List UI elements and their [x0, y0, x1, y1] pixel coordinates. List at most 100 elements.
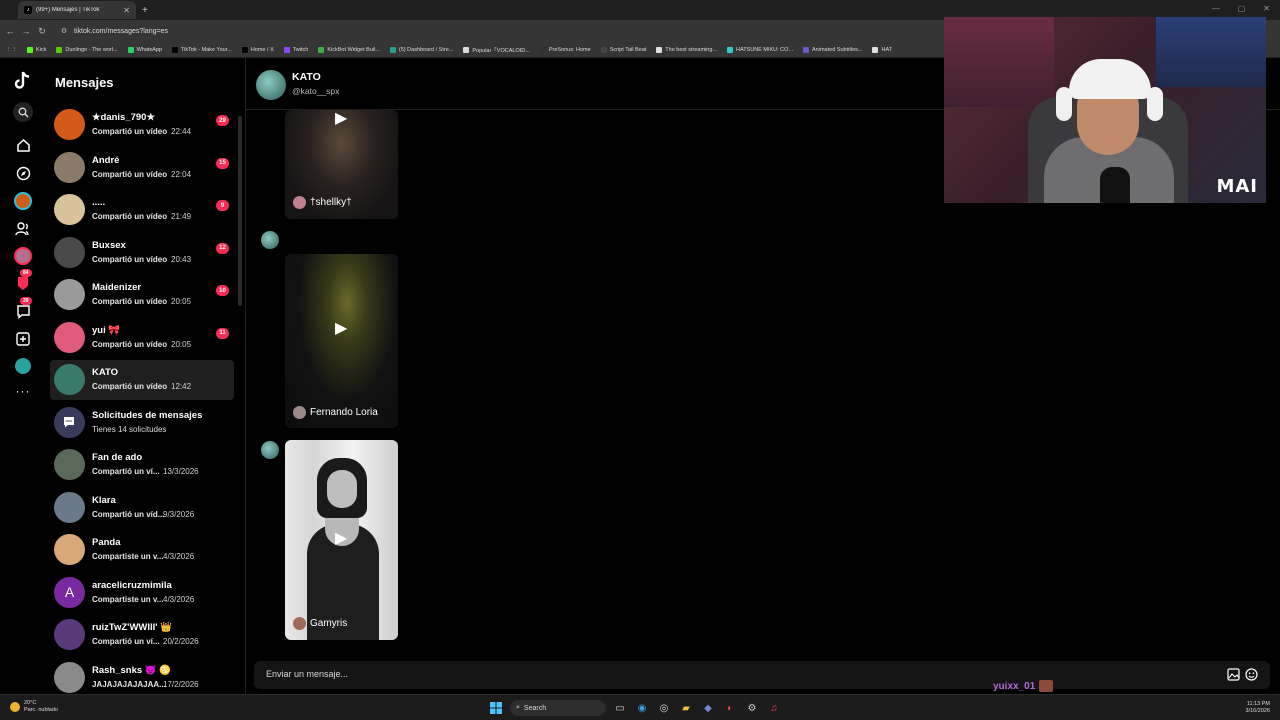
task-view-icon[interactable]: ▭: [612, 700, 628, 716]
minimize-icon[interactable]: —: [1212, 4, 1220, 13]
chat-name[interactable]: KATO: [292, 71, 321, 83]
bookmark-item[interactable]: HATSUNE MIKU: CO...: [726, 46, 793, 53]
explore-icon[interactable]: [12, 162, 34, 184]
bookmark-label: PreSonus: Home: [548, 46, 591, 53]
webcam-overlay: MAI: [944, 17, 1266, 203]
message-requests-icon: [64, 416, 74, 427]
conversation-time: 20/2/2026: [163, 637, 199, 646]
obs-icon[interactable]: ◎: [656, 700, 672, 716]
conversation-item[interactable]: Buxsex Compartió un vídeo 20:43 12: [50, 233, 234, 273]
more-icon[interactable]: ···: [12, 380, 34, 402]
conversation-time: 20:05: [171, 339, 192, 349]
friends-avatar-icon[interactable]: [12, 355, 34, 377]
bookmark-item[interactable]: Duolingo - The worl...: [56, 46, 118, 53]
home-icon[interactable]: [12, 134, 34, 156]
chat-avatar[interactable]: [256, 70, 286, 100]
conversation-item[interactable]: Panda Compartiste un v... 4/3/2026: [50, 530, 234, 570]
windows-start-icon[interactable]: [488, 700, 504, 716]
play-icon[interactable]: ▶: [335, 110, 347, 128]
maximize-icon[interactable]: ▢: [1238, 4, 1246, 13]
bookmark-item[interactable]: Animated Subtitles...: [803, 46, 862, 53]
message-input[interactable]: Enviar un mensaje...: [254, 661, 1270, 689]
back-icon[interactable]: ←: [4, 26, 16, 36]
stream-overlay-username: yuixx_01: [993, 680, 1054, 692]
site-info-icon[interactable]: ⚙: [58, 27, 70, 35]
discord-icon[interactable]: ◆: [700, 700, 716, 716]
edge-icon[interactable]: ◉: [634, 700, 650, 716]
conversation-item[interactable]: ★danis_790★ Compartió un vídeo 22:44 29: [50, 105, 234, 145]
upload-icon[interactable]: [12, 328, 34, 350]
bookmark-item[interactable]: TikTok - Make Your...: [171, 46, 232, 53]
left-nav-rail: 84 39 ···: [0, 58, 46, 694]
url-field[interactable]: tiktok.com/messages?lang=es: [74, 28, 168, 35]
conversation-item[interactable]: Rash_snks 😈 ♋ JAJAJAJAJAJAA... 17/2/2026: [50, 658, 234, 695]
bookmark-item[interactable]: Popular「VOCALOID...: [463, 46, 530, 54]
emoji-icon[interactable]: [1243, 666, 1260, 683]
bookmark-item[interactable]: Script Tail Beat: [600, 46, 646, 53]
conversation-avatar: [54, 619, 85, 650]
messages-icon[interactable]: 39: [12, 297, 34, 322]
conversation-last-message: Compartió un vídeo: [92, 297, 168, 306]
activity-icon[interactable]: 84: [12, 269, 34, 294]
weather-widget[interactable]: 20°C Parc. nublado: [10, 700, 58, 714]
file-explorer-icon[interactable]: ▰: [678, 700, 694, 716]
bookmark-item[interactable]: (5) Dashboard / Stre...: [389, 46, 453, 53]
close-window-icon[interactable]: ✕: [1263, 4, 1270, 13]
bookmark-item[interactable]: The best streaming...: [656, 46, 717, 53]
new-tab-icon[interactable]: +: [142, 5, 148, 16]
forward-icon[interactable]: →: [20, 26, 32, 36]
bookmark-favicon-icon: [463, 46, 470, 53]
conversation-item[interactable]: Klara Compartió un víd... 9/3/2026: [50, 488, 234, 528]
tab-close-icon[interactable]: ✕: [123, 6, 130, 15]
bookmark-item[interactable]: KickBot Widget Buil...: [318, 46, 380, 53]
chrome-icon[interactable]: ◐: [722, 700, 738, 716]
live-avatar-icon[interactable]: [12, 190, 34, 212]
conversation-name: Panda: [92, 537, 121, 548]
shared-video-card[interactable]: ▶ Fernando Loria: [285, 254, 398, 428]
conversation-name: Solicitudes de mensajes: [92, 409, 203, 421]
conversation-item[interactable]: KATO Compartió un vídeo 12:42: [50, 360, 234, 400]
settings-icon[interactable]: ⚙: [744, 700, 760, 716]
conversation-item[interactable]: Aaracelicruzmimila Compartiste un v... 4/3…: [50, 573, 234, 613]
browser-tab[interactable]: ♪ (99+) Mensajes | TikTok ✕: [18, 1, 136, 19]
bookmark-item[interactable]: WhatsApp: [127, 46, 162, 53]
author-avatar: [293, 617, 306, 630]
taskbar-apps: ⌕ Search ▭ ◉ ◎ ▰ ◆ ◐ ⚙ ♫: [488, 700, 782, 716]
taskbar-clock[interactable]: 11:13 PM 3/16/2026: [1246, 701, 1270, 715]
conversation-item[interactable]: Solicitudes de mensajes Tienes 14 solicit…: [50, 403, 234, 443]
conversation-item[interactable]: yui 🎀 Compartió un vídeo 20:05 11: [50, 318, 234, 358]
search-icon[interactable]: [12, 101, 34, 123]
play-icon[interactable]: ▶: [335, 528, 347, 548]
conversation-item[interactable]: Maidenizer Compartió un vídeo 20:05 10: [50, 275, 234, 315]
video-author[interactable]: Gamyris: [293, 617, 347, 630]
conversation-item[interactable]: André Compartió un vídeo 22:04 15: [50, 148, 234, 188]
conversation-item[interactable]: ruizTwZ'WWIII' 👑 Compartió un ví... 20/2/2…: [50, 615, 234, 655]
video-author[interactable]: Fernando Loria: [293, 406, 378, 419]
taskbar-search[interactable]: ⌕ Search: [510, 700, 606, 716]
bookmark-item[interactable]: Home / X: [241, 46, 274, 53]
apps-icon[interactable]: ⋮⋮: [6, 47, 17, 53]
video-author[interactable]: †shellky†: [293, 196, 352, 209]
sender-avatar[interactable]: [261, 231, 279, 249]
play-icon[interactable]: ▶: [335, 318, 347, 338]
bookmark-item[interactable]: HAT: [872, 46, 892, 53]
profile-avatar-icon[interactable]: [12, 245, 34, 267]
reload-icon[interactable]: ↻: [36, 26, 48, 37]
tiktok-logo-icon[interactable]: [12, 70, 34, 92]
bookmark-item[interactable]: PreSonus: Home: [539, 46, 591, 53]
bookmark-item[interactable]: Kick: [27, 46, 46, 53]
conversation-item[interactable]: ..... Compartió un vídeo 21:49 9: [50, 190, 234, 230]
conversation-last-message: Compartió un vídeo: [92, 339, 168, 349]
conversation-name: Klara: [92, 494, 116, 506]
conversation-name: Buxsex: [92, 239, 126, 251]
sender-avatar[interactable]: [261, 441, 279, 459]
music-app-icon[interactable]: ♫: [766, 700, 782, 716]
shared-video-card[interactable]: ▶ †shellky†: [285, 110, 398, 219]
image-upload-icon[interactable]: [1225, 666, 1242, 683]
conversation-item[interactable]: Fan de ado Compartió un ví... 13/3/2026: [50, 445, 234, 485]
weather-icon: [10, 702, 20, 712]
shared-video-card[interactable]: ▶ Gamyris: [285, 440, 398, 640]
following-icon[interactable]: [12, 218, 34, 240]
bookmark-item[interactable]: Twitch: [283, 46, 308, 53]
conversation-scrollbar[interactable]: [238, 116, 242, 306]
